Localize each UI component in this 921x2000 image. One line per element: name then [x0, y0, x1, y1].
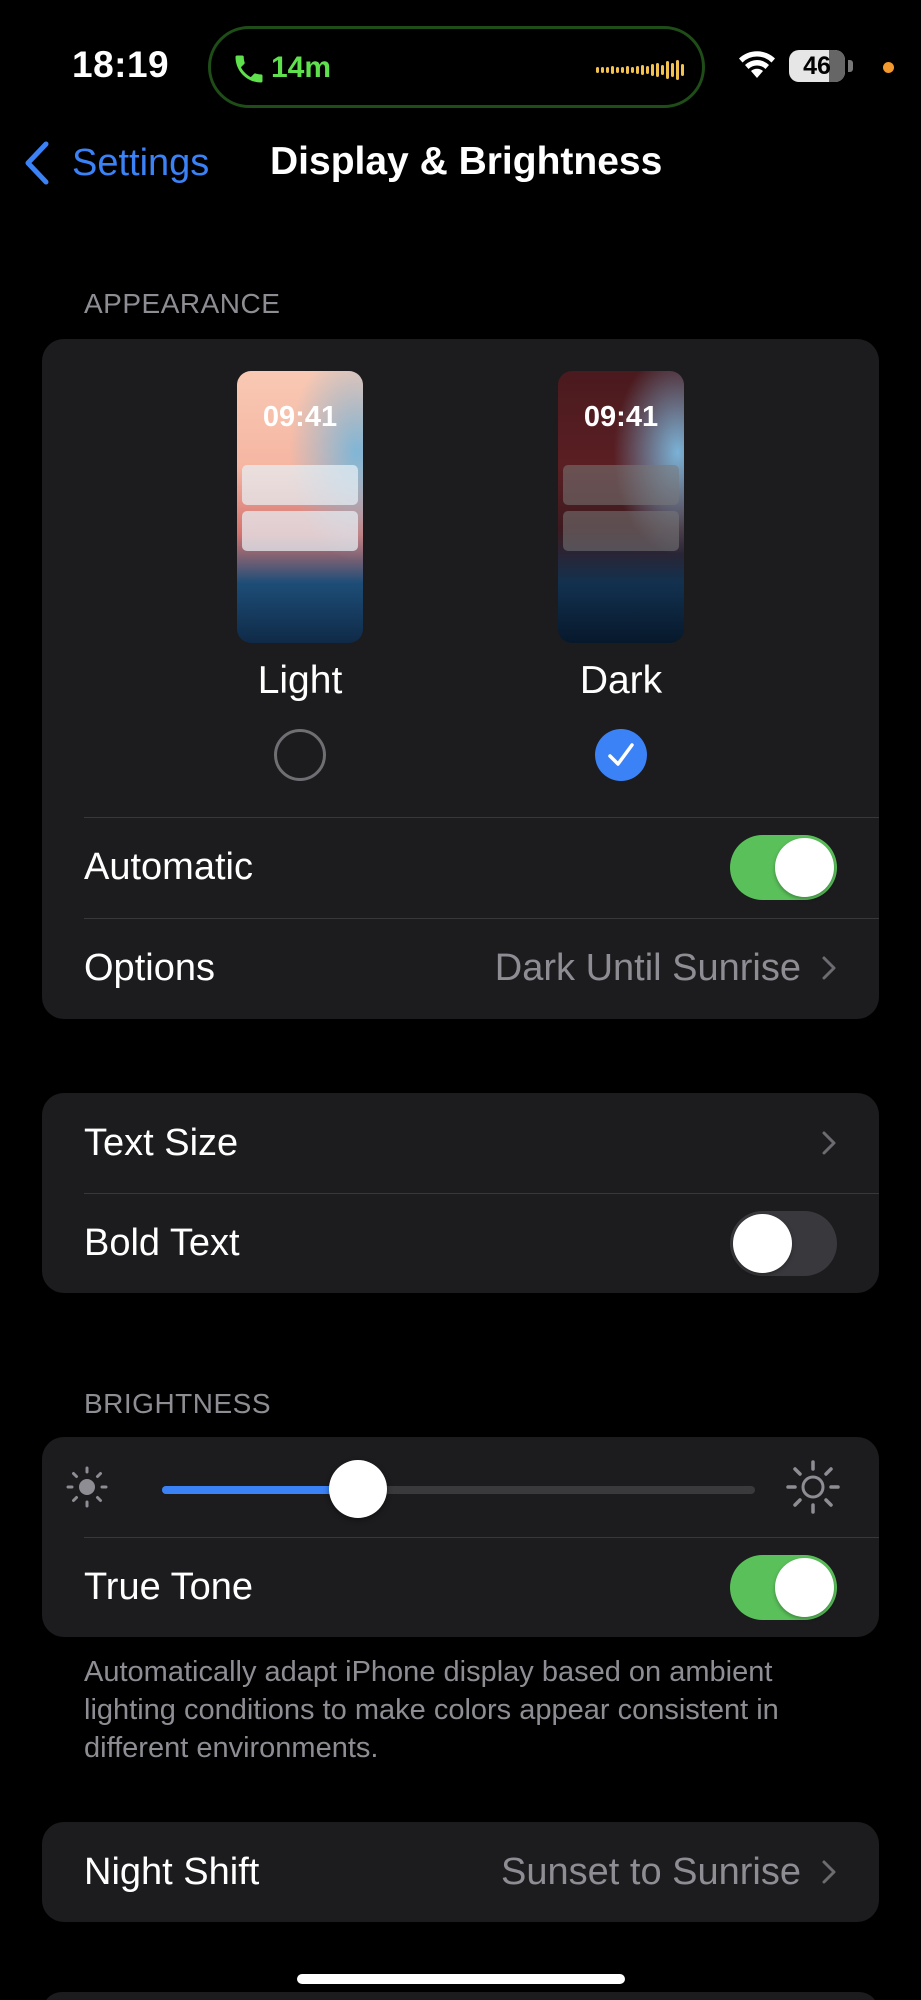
true-tone-footnote: Automatically adapt iPhone display based…	[84, 1656, 779, 1764]
battery-tip	[848, 60, 853, 72]
chevron-right-icon	[822, 1131, 836, 1155]
audio-waveform-icon	[596, 60, 684, 80]
light-mode-label: Light	[257, 659, 343, 702]
automatic-toggle[interactable]	[730, 835, 837, 900]
wifi-icon	[739, 51, 775, 78]
night-shift-label: Night Shift	[84, 1851, 260, 1893]
status-bar: 18:19 14m 46	[0, 0, 921, 140]
brightness-card: True Tone	[42, 1437, 879, 1637]
dark-mode-radio[interactable]	[595, 729, 647, 781]
text-card: Text Size Bold Text	[42, 1093, 879, 1293]
dark-mode-label: Dark	[579, 659, 663, 702]
phone-icon	[235, 55, 263, 83]
home-indicator[interactable]	[297, 1974, 625, 1984]
chevron-left-icon	[25, 141, 49, 185]
battery-icon: 46	[789, 50, 845, 82]
true-tone-label: True Tone	[84, 1566, 253, 1608]
appearance-card: 09:41 09:41 Light Dark Automatic Options…	[42, 339, 879, 1019]
sun-small-icon	[66, 1466, 108, 1508]
bold-text-toggle[interactable]	[730, 1211, 837, 1276]
brightness-slider-thumb[interactable]	[328, 1460, 387, 1518]
microphone-indicator-dot	[883, 62, 894, 73]
back-label: Settings	[72, 141, 210, 184]
text-size-label: Text Size	[84, 1122, 239, 1164]
brightness-slider[interactable]	[162, 1486, 755, 1494]
battery-level: 46	[803, 52, 831, 80]
page-title: Display & Brightness	[270, 140, 663, 183]
brightness-section-header: BRIGHTNESS	[84, 1388, 272, 1419]
bold-text-row: Bold Text	[42, 1193, 879, 1293]
night-shift-value: Sunset to Sunrise	[501, 1851, 801, 1893]
light-mode-preview[interactable]: 09:41	[237, 371, 363, 643]
text-size-row[interactable]: Text Size	[42, 1093, 879, 1193]
true-tone-row: True Tone	[42, 1537, 879, 1637]
true-tone-toggle[interactable]	[730, 1555, 837, 1620]
preview-time: 09:41	[583, 401, 659, 433]
options-label: Options	[84, 947, 215, 989]
next-card-partial	[42, 1992, 879, 2000]
light-mode-radio[interactable]	[274, 729, 326, 781]
night-shift-row[interactable]: Night Shift Sunset to Sunrise	[42, 1822, 879, 1922]
back-button[interactable]: Settings	[22, 138, 209, 188]
status-time: 18:19	[72, 44, 170, 85]
dynamic-island-call[interactable]: 14m	[208, 26, 705, 108]
chevron-right-icon	[822, 1860, 836, 1884]
sun-large-icon	[786, 1460, 840, 1514]
chevron-right-icon	[822, 956, 836, 980]
automatic-row: Automatic	[42, 817, 879, 917]
navigation-bar: Settings Display & Brightness	[0, 130, 921, 196]
options-value: Dark Until Sunrise	[494, 947, 801, 989]
appearance-section-header: APPEARANCE	[84, 288, 281, 319]
call-duration: 14m	[271, 51, 332, 84]
automatic-label: Automatic	[84, 846, 253, 888]
preview-time: 09:41	[262, 401, 338, 433]
night-shift-card: Night Shift Sunset to Sunrise	[42, 1822, 879, 1922]
dark-mode-preview[interactable]: 09:41	[558, 371, 684, 643]
options-row[interactable]: Options Dark Until Sunrise	[42, 918, 879, 1018]
bold-text-label: Bold Text	[84, 1222, 240, 1264]
checkmark-icon	[608, 743, 634, 766]
